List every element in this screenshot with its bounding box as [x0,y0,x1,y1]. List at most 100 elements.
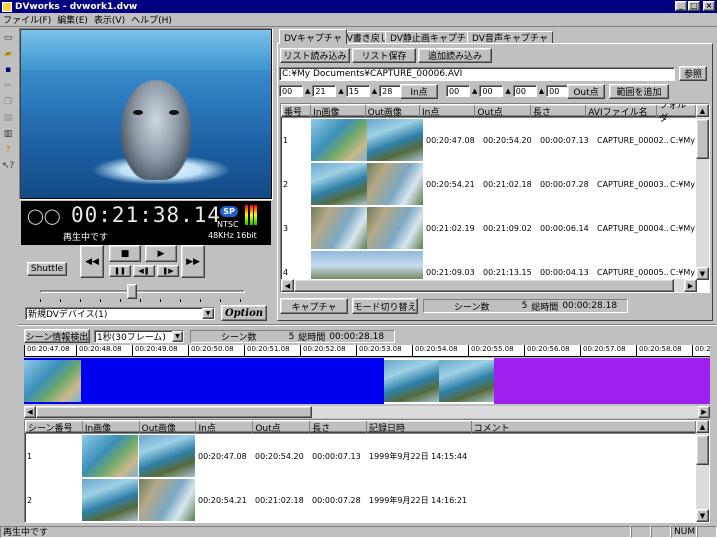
seek-slider-track[interactable] [40,290,245,293]
interval-select[interactable]: 1秒(30フレーム) ▼ [94,330,184,343]
scene-row-date: 1999年9月22日 14:16:21 [369,495,468,505]
total-time-value: 00:00:28.18 [562,301,618,311]
capture-summary: シーン数 5 総時間 00:00:28.18 [423,299,628,313]
in-thumbnail [311,163,367,205]
scene-list-vscroll[interactable]: ▲ ▼ [696,420,709,522]
copy-icon[interactable]: ❐ [2,96,14,109]
timeline-track[interactable] [24,358,710,404]
capture-button[interactable]: キャプチャ [280,298,348,314]
paste-icon[interactable]: ▤ [2,112,14,125]
fast-forward-button[interactable]: ▶▶ [181,245,205,278]
chevron-down-icon[interactable]: ▼ [202,308,214,319]
option-button[interactable]: Option [221,305,267,321]
pause-icon: ❚❚ [114,267,126,275]
hscroll-thumb[interactable] [294,279,674,292]
scene-row[interactable]: 1 00:20:47.08 00:20:54.20 00:00:07.13 19… [25,434,709,478]
play-button[interactable]: ▶ [145,245,177,262]
pause-button[interactable]: ❚❚ [109,265,131,277]
out-sec-spin[interactable]: 00 [512,85,537,97]
scroll-down-icon[interactable]: ▼ [696,509,709,522]
timeline-hscroll[interactable]: ◀ ▶ [24,406,710,418]
shuttle-button[interactable]: Shuttle [27,262,67,276]
capture-list-hscroll[interactable]: ◀ ▶ [281,279,697,292]
col-scene-record-date[interactable]: 記録日時 [366,421,472,434]
col-scene-in-point[interactable]: In点 [196,421,254,434]
stop-button[interactable]: ■ [109,245,141,262]
timeline-segment-purple[interactable] [494,358,710,404]
cut-icon[interactable]: ✂ [2,80,14,93]
row-out-point: 00:21:02.18 [483,179,532,189]
in-point-button[interactable]: In点 [400,84,438,99]
timecode-display: ◯◯ 00:21:38.14 SP NTSC 再生中です 48KHz 16bit [21,201,271,245]
in-thumbnail [311,207,367,249]
tab-dv-capture[interactable]: DVキャプチャ [279,29,347,44]
save-disk-icon[interactable]: ▪ [2,64,14,77]
scene-row[interactable]: 2 00:20:54.21 00:21:02.18 00:00:07.28 19… [25,478,709,522]
stop-icon: ■ [120,248,130,259]
status-bar: 再生中です NUM [0,525,717,538]
out-thumbnail [367,207,423,249]
scene-detect-button[interactable]: シーン情報検出 [24,329,90,343]
col-scene-out-image[interactable]: Out画像 [139,421,197,434]
list-load-button[interactable]: リスト読み込み [280,48,350,63]
mode-switch-button[interactable]: モード切り替え [352,298,418,314]
context-help-icon[interactable]: ↖? [2,160,14,173]
close-button[interactable]: × [703,1,715,11]
menu-file[interactable]: ファイル(F) [3,13,51,26]
in-hour-spin[interactable]: 00 [279,85,303,97]
print-icon[interactable]: ▥ [2,128,14,141]
timeline-scroll-thumb[interactable] [36,406,312,418]
capture-row[interactable]: 1 00:20:47.08 00:20:54.20 00:00:07.13 CA… [281,118,704,162]
menu-edit[interactable]: 編集(E) [57,13,88,26]
scene-summary-count: 5 [288,331,295,342]
scroll-down-icon[interactable]: ▼ [696,267,709,280]
scene-in-thumbnail [82,435,138,477]
capture-row[interactable]: 2 00:20:54.21 00:21:02.18 00:00:07.28 CA… [281,162,704,206]
minimize-button[interactable]: _ [675,1,687,11]
out-point-button[interactable]: Out点 [567,84,605,99]
col-scene-comment[interactable]: コメント [471,421,696,434]
sp-badge: SP [220,206,238,217]
chevron-down-icon[interactable]: ▼ [172,331,183,342]
scroll-thumb[interactable] [696,119,709,159]
scroll-right-icon[interactable]: ▶ [684,279,697,292]
about-icon[interactable]: ? [2,144,14,157]
col-scene-in-image[interactable]: In画像 [82,421,140,434]
scroll-right-icon[interactable]: ▶ [698,406,710,418]
capture-row[interactable]: 3 00:21:02.19 00:21:09.02 00:00:06.14 CA… [281,206,704,250]
rewind-button[interactable]: ◀◀ [80,245,104,278]
step-back-icon: ◀❚ [138,267,150,275]
scroll-up-icon[interactable]: ▲ [696,420,709,433]
open-folder-icon[interactable]: ▰ [2,48,14,61]
menu-view[interactable]: 表示(V) [94,13,125,26]
device-select[interactable]: 新規DVデバイス(1) ▼ [25,307,215,320]
splitter[interactable] [18,324,717,326]
new-file-icon[interactable]: ▭ [2,32,14,45]
list-save-button[interactable]: リスト保存 [352,48,416,63]
in-min-spin[interactable]: 21 [312,85,337,97]
col-scene-number[interactable]: シーン番号 [26,421,83,434]
browse-button[interactable]: 参照 [679,66,707,81]
scroll-left-icon[interactable]: ◀ [24,406,36,418]
capture-path-input[interactable]: C:¥My Documents¥CAPTURE_00006.AVI [279,67,675,81]
seek-slider-thumb[interactable] [127,284,138,299]
add-range-button[interactable]: 範囲を追加 [609,84,669,99]
slider-ticks [40,299,245,302]
scroll-thumb[interactable] [696,435,709,465]
row-length: 00:00:07.13 [540,135,589,145]
maximize-button[interactable]: □ [688,1,700,11]
ruler-tick: 00:20:54.08 [412,345,458,356]
out-min-spin[interactable]: 00 [479,85,504,97]
in-sec-spin[interactable]: 15 [345,85,370,97]
menu-help[interactable]: ヘルプ(H) [131,13,172,26]
step-forward-button[interactable]: ❚▶ [157,265,179,277]
out-hour-spin[interactable]: 00 [446,85,470,97]
capture-list-vscroll[interactable]: ▲ ▼ [696,104,709,280]
ruler-tick: 00:20:51.08 [244,345,290,356]
step-back-button[interactable]: ◀❚ [133,265,155,277]
col-scene-length[interactable]: 長さ [310,421,367,434]
scroll-up-icon[interactable]: ▲ [696,104,709,117]
add-load-button[interactable]: 追加読み込み [418,48,492,63]
scroll-left-icon[interactable]: ◀ [281,279,294,292]
col-scene-out-point[interactable]: Out点 [253,421,311,434]
